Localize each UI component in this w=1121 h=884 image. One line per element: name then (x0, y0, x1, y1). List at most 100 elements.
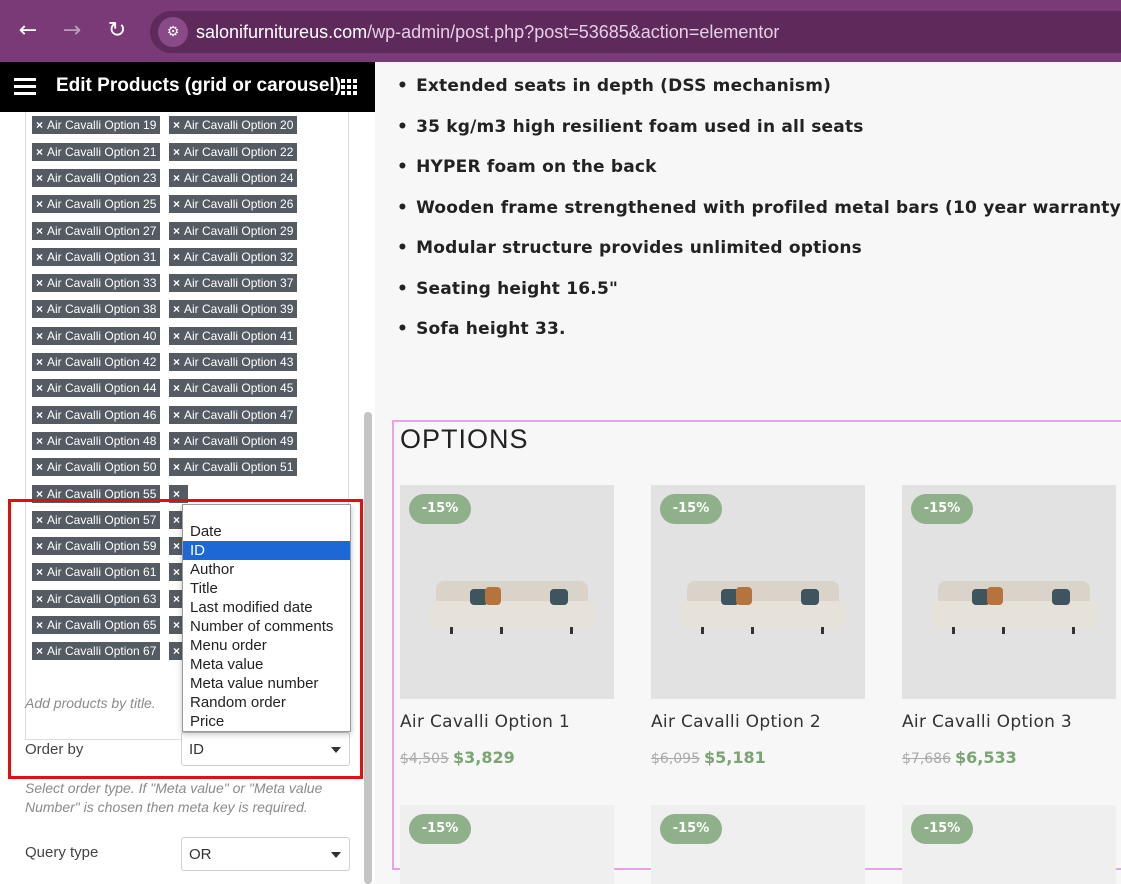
remove-tag-icon[interactable]: × (173, 381, 180, 395)
url-text[interactable]: salonifurnitureus.com/wp-admin/post.php?… (196, 22, 779, 43)
remove-tag-icon[interactable]: × (173, 460, 180, 474)
selected-product-tag[interactable]: × Air Cavalli Option 33 (32, 274, 161, 293)
remove-tag-icon[interactable]: × (173, 145, 180, 159)
site-info-icon[interactable]: ⚙ (158, 17, 188, 47)
selected-product-tag[interactable]: × Air Cavalli Option 51 (169, 458, 298, 477)
tag-label: Air Cavalli Option 33 (47, 276, 157, 291)
back-arrow-icon[interactable]: ← (15, 18, 41, 44)
product-image[interactable]: -15% (400, 485, 614, 699)
remove-tag-icon[interactable]: × (173, 197, 180, 211)
tag-label: Air Cavalli Option 25 (47, 197, 157, 212)
feature-item: • Extended seats in depth (DSS mechanism) (397, 76, 832, 96)
selected-product-tag[interactable]: × Air Cavalli Option 50 (32, 458, 161, 477)
selected-product-tag[interactable]: × Air Cavalli Option 48 (32, 431, 161, 450)
remove-tag-icon[interactable]: × (173, 276, 180, 290)
selected-product-tag[interactable]: × Air Cavalli Option 24 (169, 168, 298, 187)
remove-tag-icon[interactable]: × (173, 250, 180, 264)
product-name[interactable]: Air Cavalli Option 3 (902, 712, 1072, 732)
panel-scrollbar[interactable] (364, 412, 372, 884)
remove-tag-icon[interactable]: × (173, 224, 180, 238)
remove-tag-icon[interactable]: × (36, 302, 43, 316)
selected-product-tag[interactable]: × Air Cavalli Option 45 (169, 379, 298, 398)
remove-tag-icon[interactable]: × (173, 171, 180, 185)
selected-product-tag[interactable]: × Air Cavalli Option 41 (169, 326, 298, 345)
tag-label: Air Cavalli Option 38 (47, 302, 157, 317)
remove-tag-icon[interactable]: × (173, 302, 180, 316)
product-name[interactable]: Air Cavalli Option 1 (400, 712, 570, 732)
remove-tag-icon[interactable]: × (36, 460, 43, 474)
selected-product-tag[interactable]: × Air Cavalli Option 47 (169, 405, 298, 424)
product-card[interactable]: -15% (902, 805, 1116, 884)
selected-product-tag[interactable]: × Air Cavalli Option 46 (32, 405, 161, 424)
feature-item: • 35 kg/m3 high resilient foam used in al… (397, 116, 864, 137)
tag-label: Air Cavalli Option 49 (184, 433, 294, 448)
widgets-grid-icon[interactable] (341, 79, 357, 95)
selected-product-tag[interactable]: × Air Cavalli Option 23 (32, 168, 161, 187)
remove-tag-icon[interactable]: × (173, 408, 180, 422)
remove-tag-icon[interactable]: × (36, 145, 43, 159)
feature-item: • Sofa height 33. (397, 319, 566, 339)
hamburger-menu-icon[interactable] (14, 78, 36, 96)
feature-item: • Wooden frame strengthened with profiled… (397, 198, 1121, 218)
tag-label: Air Cavalli Option 23 (47, 170, 157, 185)
selected-product-tag[interactable]: × Air Cavalli Option 37 (169, 274, 298, 293)
forward-arrow-icon[interactable]: → (59, 18, 85, 44)
remove-tag-icon[interactable]: × (36, 224, 43, 238)
product-image[interactable]: -15% (651, 485, 865, 699)
remove-tag-icon[interactable]: × (173, 118, 180, 132)
remove-tag-icon[interactable]: × (36, 434, 43, 448)
remove-tag-icon[interactable]: × (36, 381, 43, 395)
product-card[interactable]: -15% (400, 805, 614, 884)
panel-header: Edit Products (grid or carousel) (0, 62, 375, 112)
selected-product-tag[interactable]: × Air Cavalli Option 43 (169, 353, 298, 371)
selected-product-tag[interactable]: × Air Cavalli Option 27 (32, 221, 161, 240)
panel-title: Edit Products (grid or carousel) (56, 75, 342, 96)
tag-label: Air Cavalli Option 22 (184, 144, 294, 159)
product-card[interactable]: -15% (651, 805, 865, 884)
remove-tag-icon[interactable]: × (36, 171, 43, 185)
remove-tag-icon[interactable]: × (36, 250, 43, 264)
tag-label: Air Cavalli Option 47 (184, 407, 294, 422)
selected-product-tag[interactable]: × Air Cavalli Option 21 (32, 142, 161, 161)
remove-tag-icon[interactable]: × (173, 355, 180, 369)
tag-label: Air Cavalli Option 43 (184, 355, 294, 369)
product-name[interactable]: Air Cavalli Option 2 (651, 712, 821, 732)
query-type-select[interactable]: OR (181, 837, 350, 871)
remove-tag-icon[interactable]: × (36, 276, 43, 290)
product-image[interactable]: -15% (902, 485, 1116, 699)
feature-text: Sofa height 33. (416, 319, 566, 339)
tag-label: Air Cavalli Option 29 (184, 223, 294, 238)
selected-product-tag[interactable]: × Air Cavalli Option 38 (32, 300, 161, 319)
selected-product-tag[interactable]: × Air Cavalli Option 39 (169, 300, 298, 319)
sale-badge: -15% (911, 494, 973, 524)
old-price: $7,686 (902, 751, 951, 767)
remove-tag-icon[interactable]: × (173, 434, 180, 448)
reload-icon[interactable]: ↻ (104, 18, 130, 44)
selected-product-tag[interactable]: × Air Cavalli Option 19 (32, 116, 161, 135)
selected-product-tag[interactable]: × Air Cavalli Option 40 (32, 326, 161, 345)
tag-label: Air Cavalli Option 39 (184, 302, 294, 317)
remove-tag-icon[interactable]: × (36, 197, 43, 211)
selected-product-tag[interactable]: × Air Cavalli Option 26 (169, 195, 298, 214)
selected-product-tag[interactable]: × Air Cavalli Option 22 (169, 142, 298, 161)
sale-badge: -15% (660, 814, 722, 844)
selected-product-tag[interactable]: × Air Cavalli Option 42 (32, 353, 161, 371)
sale-price: $3,829 (453, 748, 515, 767)
tag-label: Air Cavalli Option 46 (47, 407, 157, 422)
selected-product-tag[interactable]: × Air Cavalli Option 44 (32, 379, 161, 398)
selected-product-tag[interactable]: × Air Cavalli Option 49 (169, 431, 298, 450)
remove-tag-icon[interactable]: × (36, 118, 43, 132)
feature-text: Extended seats in depth (DSS mechanism) (416, 76, 832, 96)
selected-product-tag[interactable]: × Air Cavalli Option 31 (32, 247, 161, 266)
selected-product-tag[interactable]: × Air Cavalli Option 20 (169, 116, 298, 135)
selected-product-tag[interactable]: × Air Cavalli Option 32 (169, 247, 298, 266)
remove-tag-icon[interactable]: × (36, 355, 43, 369)
feature-item: • Modular structure provides unlimited op… (397, 238, 862, 258)
selected-product-tag[interactable]: × Air Cavalli Option 25 (32, 195, 161, 214)
remove-tag-icon[interactable]: × (173, 329, 180, 343)
feature-text: Wooden frame strengthened with profiled … (416, 197, 1121, 218)
address-bar[interactable]: ⚙ salonifurnitureus.com/wp-admin/post.ph… (150, 11, 1121, 53)
remove-tag-icon[interactable]: × (36, 408, 43, 422)
remove-tag-icon[interactable]: × (36, 329, 43, 343)
selected-product-tag[interactable]: × Air Cavalli Option 29 (169, 221, 298, 240)
